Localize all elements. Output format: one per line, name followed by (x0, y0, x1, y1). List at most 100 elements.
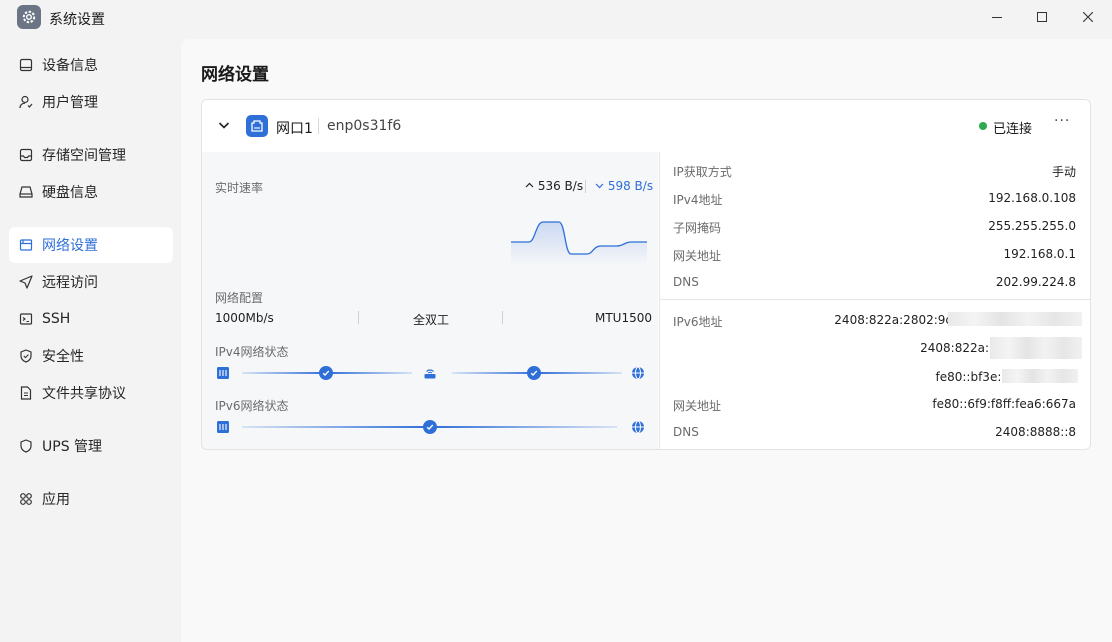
close-button[interactable] (1065, 0, 1111, 34)
ipv4-address-label: IPv4地址 (673, 193, 723, 207)
redacted-block (990, 337, 1082, 359)
redacted-block (1002, 369, 1078, 383)
ipv6-address-value: 2408:822a:2802:9c (834, 313, 952, 327)
ipv6-gateway-value: fe80::6f9:f8ff:fea6:667a (932, 397, 1076, 411)
ipv6-gateway-label: 网关地址 (673, 399, 722, 413)
sidebar-item-label: 安全性 (42, 349, 84, 365)
user-icon (18, 94, 34, 110)
traffic-sparkline (511, 221, 647, 266)
arrow-up-icon (525, 182, 534, 188)
title-bar: 系统设置 (0, 0, 1112, 36)
divider (660, 299, 1090, 300)
router-icon (423, 366, 437, 380)
more-options-button[interactable]: ··· (1054, 113, 1070, 129)
port-name: 网口1 (276, 121, 313, 137)
sidebar-item-label: 存储空间管理 (42, 148, 126, 164)
sidebar-item-label: 用户管理 (42, 95, 98, 111)
sidebar: 设备信息 用户管理 存储空间管理 硬盘信息 网络设置 远程访问 SSH 安全性 … (0, 36, 181, 642)
ipv4-address-value: 192.168.0.108 (988, 191, 1076, 205)
window-title: 系统设置 (49, 12, 105, 28)
ipv6-dns-label: DNS (673, 425, 699, 439)
ipv6-step-check-icon (423, 420, 437, 434)
subnet-mask-label: 子网掩码 (673, 221, 722, 235)
ipv6-status-label: IPv6网络状态 (215, 399, 289, 413)
ipv6-address-label: IPv6地址 (673, 315, 723, 329)
sidebar-item-ups[interactable]: UPS 管理 (9, 428, 173, 464)
sidebar-item-label: 应用 (42, 492, 70, 508)
ipv4-gateway-label: 网关地址 (673, 249, 722, 263)
shield-icon (18, 348, 34, 364)
port-device: enp0s31f6 (327, 118, 402, 134)
ups-shield-icon (18, 438, 34, 454)
ipv6-address-value: fe80::bf3e:6 (935, 370, 1010, 384)
network-port-card: 网口1 enp0s31f6 已连接 ··· 实时速率 536 B/s 598 B… (201, 99, 1091, 450)
minimize-button[interactable] (974, 0, 1020, 34)
divider (318, 118, 319, 134)
network-config-label: 网络配置 (215, 291, 264, 305)
sidebar-item-user-management[interactable]: 用户管理 (9, 84, 173, 120)
ip-method-label: IP获取方式 (673, 165, 732, 179)
globe-icon (631, 420, 645, 434)
realtime-speed-label: 实时速率 (215, 181, 264, 195)
mtu-value: MTU1500 (595, 311, 653, 325)
file-icon (18, 385, 34, 401)
redacted-block (948, 312, 1082, 326)
sidebar-item-label: 网络设置 (42, 238, 98, 254)
apps-icon (18, 491, 34, 507)
chevron-down-icon[interactable] (217, 118, 231, 132)
sidebar-item-storage[interactable]: 存储空间管理 (9, 137, 173, 173)
ipv4-step-check-icon (527, 366, 541, 380)
ipv4-dns-label: DNS (673, 275, 699, 289)
sidebar-item-remote-access[interactable]: 远程访问 (9, 264, 173, 300)
sidebar-item-network-settings[interactable]: 网络设置 (9, 227, 173, 263)
ip-details-pane: IP获取方式 手动 IPv4地址 192.168.0.108 子网掩码 255.… (659, 152, 1090, 449)
minimize-icon (992, 16, 1002, 18)
sidebar-item-label: 硬盘信息 (42, 185, 98, 201)
send-icon (18, 274, 34, 290)
network-icon (18, 237, 34, 253)
maximize-icon (1037, 12, 1047, 22)
sidebar-item-label: 文件共享协议 (42, 386, 126, 402)
upload-speed-value: 536 B/s (537, 179, 584, 193)
gear-icon (17, 5, 41, 29)
download-speed: 598 B/s (595, 179, 653, 193)
ethernet-port-icon (246, 115, 268, 137)
maximize-button[interactable] (1019, 0, 1065, 34)
divider (502, 311, 503, 324)
sidebar-item-label: SSH (42, 311, 71, 327)
ipv4-dns-value: 202.99.224.8 (995, 275, 1076, 289)
sidebar-item-disk-info[interactable]: 硬盘信息 (9, 174, 173, 210)
link-speed: 1000Mb/s (215, 311, 274, 325)
ipv4-status-label: IPv4网络状态 (215, 345, 289, 359)
sidebar-item-device-info[interactable]: 设备信息 (9, 47, 173, 83)
page-title: 网络设置 (201, 65, 269, 85)
sidebar-item-file-sharing[interactable]: 文件共享协议 (9, 375, 173, 411)
duplex-mode: 全双工 (413, 313, 450, 327)
download-speed-value: 598 B/s (607, 179, 654, 193)
status-badge: 已连接 (993, 122, 1033, 137)
ipv4-step-check-icon (319, 366, 333, 380)
ip-method-value: 手动 (1051, 165, 1076, 179)
sidebar-item-security[interactable]: 安全性 (9, 338, 173, 374)
sidebar-item-ssh[interactable]: SSH (9, 301, 173, 337)
ipv6-address-value: 2408:822a: (920, 341, 989, 355)
close-icon (1083, 12, 1093, 22)
arrow-down-icon (595, 183, 604, 189)
sidebar-item-label: UPS 管理 (42, 439, 103, 455)
divider (585, 180, 586, 193)
sidebar-item-apps[interactable]: 应用 (9, 481, 173, 517)
port-stats-pane: 实时速率 536 B/s 598 B/s 网络配置 1000Mb/s 全双工 M… (202, 152, 658, 449)
divider (358, 311, 359, 324)
upload-speed: 536 B/s (525, 179, 583, 193)
disk-icon (18, 184, 34, 200)
sidebar-item-label: 设备信息 (42, 58, 98, 74)
ethernet-port-icon (216, 420, 230, 434)
ipv4-gateway-value: 192.168.0.1 (1003, 247, 1076, 261)
storage-icon (18, 147, 34, 163)
device-icon (18, 57, 34, 73)
connected-status-icon (979, 122, 987, 130)
globe-icon (631, 366, 645, 380)
port-header[interactable]: 网口1 enp0s31f6 已连接 ··· (202, 100, 1090, 152)
ipv6-dns-value: 2408:8888::8 (995, 425, 1076, 439)
sidebar-item-label: 远程访问 (42, 275, 98, 291)
